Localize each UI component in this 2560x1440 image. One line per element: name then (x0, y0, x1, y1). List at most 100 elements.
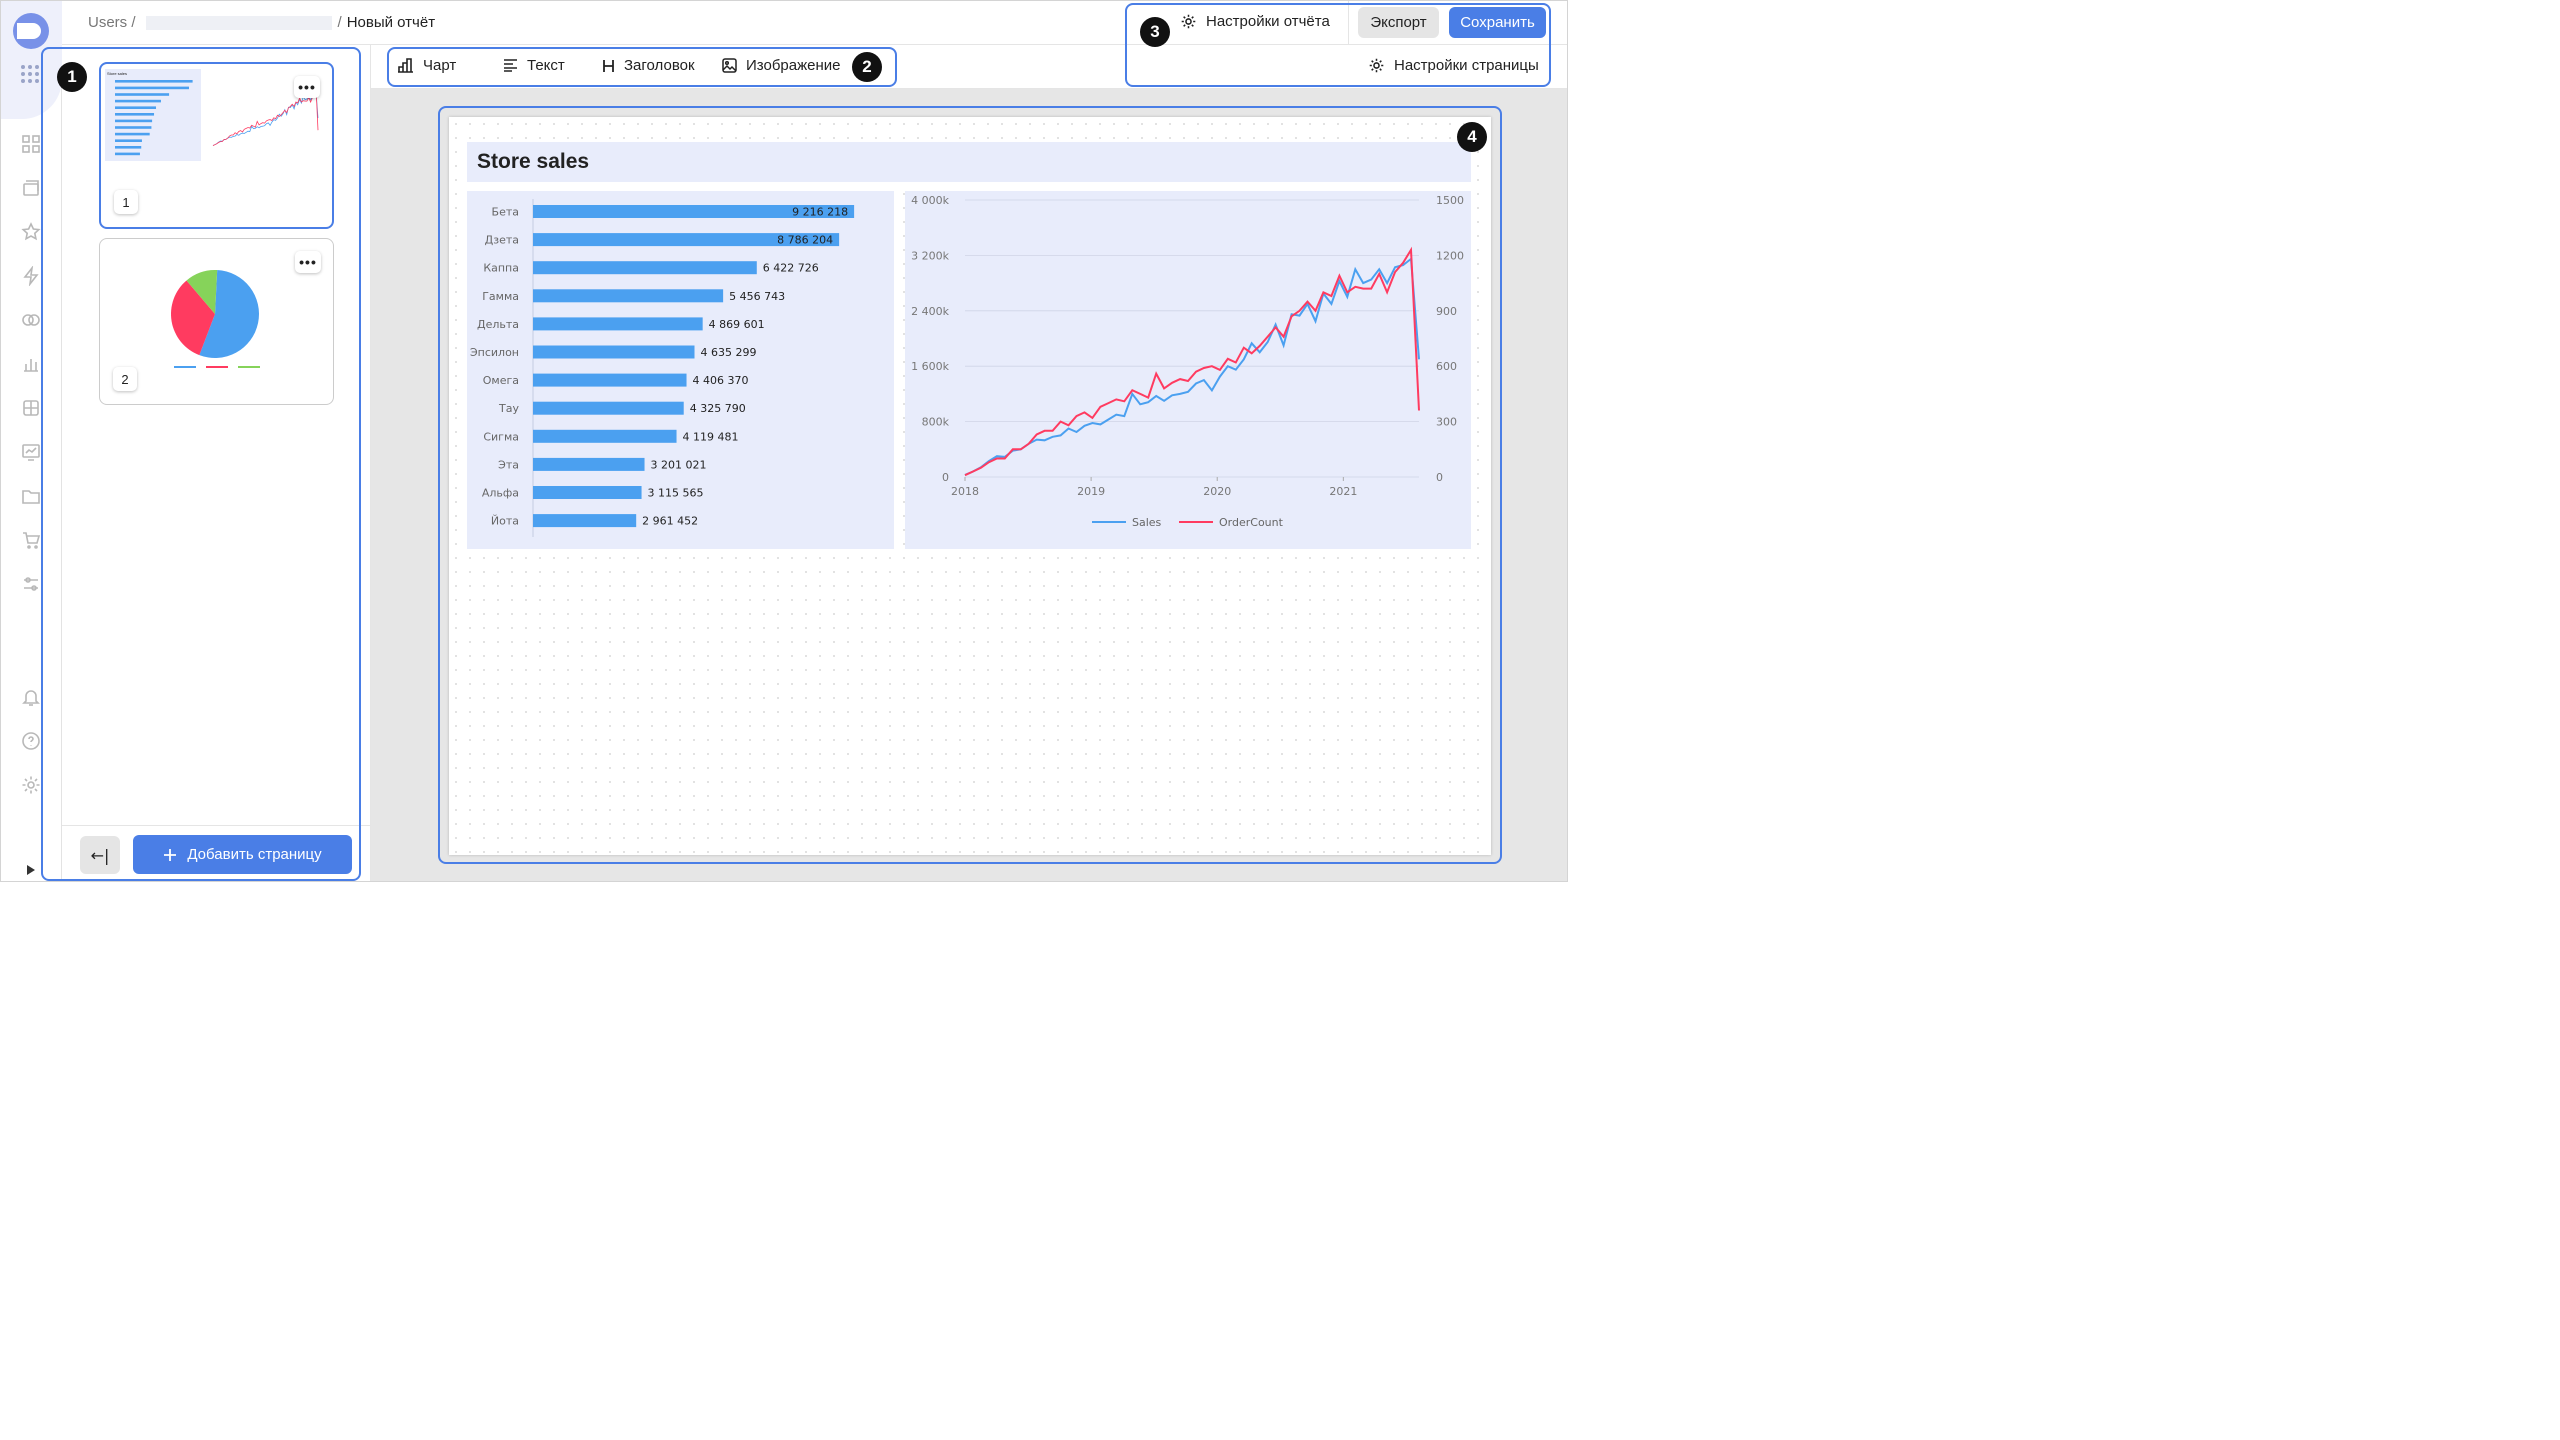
add-heading-button[interactable]: Заголовок (602, 57, 695, 74)
callout-badge-1: 1 (57, 62, 87, 92)
collections-icon[interactable] (21, 178, 41, 198)
y-tick-label: 0 (942, 471, 949, 484)
page-thumbnail-2[interactable]: ••• 2 (99, 238, 334, 405)
add-page-button[interactable]: Добавить страницу (133, 835, 352, 874)
chart-icon (398, 58, 413, 73)
bar-category-label: Дельта (477, 318, 519, 331)
apps-grid-icon[interactable] (21, 65, 41, 85)
y2-tick-label: 0 (1436, 471, 1443, 484)
bar-category-label: Тау (498, 402, 519, 415)
y2-tick-label: 1200 (1436, 249, 1464, 262)
folder-icon[interactable] (21, 486, 41, 506)
save-button[interactable]: Сохранить (1449, 7, 1546, 38)
breadcrumb-root[interactable]: Users / (88, 14, 136, 31)
pie-legend-swatch (174, 366, 196, 368)
x-tick-label: 2018 (951, 485, 979, 498)
monitoring-icon[interactable] (21, 442, 41, 462)
bar-category-label: Каппа (483, 262, 519, 275)
thumb-bar (115, 86, 189, 90)
bar-category-label: Бета (492, 206, 519, 219)
thumb-bar (115, 99, 161, 103)
bar-Эпсилон[interactable] (533, 345, 695, 359)
favorites-star-icon[interactable] (21, 222, 41, 242)
bar-Йота[interactable] (533, 514, 637, 528)
page-2-menu-button[interactable]: ••• (295, 251, 321, 273)
add-image-button[interactable]: Изображение (722, 57, 841, 74)
bar-chart-widget[interactable]: Бета 9 216 218 Дзета 8 786 204 Каппа 6 422 72… (467, 191, 894, 549)
bar-category-label: Дзета (485, 234, 519, 247)
connections-icon[interactable] (21, 310, 41, 330)
bar-Дельта[interactable] (533, 317, 703, 331)
bar-value-label: 5 456 743 (729, 290, 785, 303)
export-button[interactable]: Экспорт (1358, 7, 1439, 38)
page-settings-button[interactable]: Настройки страницы (1368, 57, 1539, 74)
settings-sliders-icon[interactable] (21, 574, 41, 594)
bar-Эта[interactable] (533, 457, 645, 471)
bar-value-label: 9 216 218 (792, 206, 848, 219)
text-lines-icon (504, 59, 517, 72)
bar-category-label: Омега (483, 374, 519, 387)
lightning-icon[interactable] (21, 265, 41, 287)
bar-chart: Бета 9 216 218 Дзета 8 786 204 Каппа 6 422 72… (470, 199, 855, 537)
page-thumbnail-1[interactable]: Store sales ••• 1 (99, 62, 334, 229)
thumb-bar (115, 119, 153, 123)
y2-tick-label: 300 (1436, 416, 1457, 429)
marketplace-cart-icon[interactable] (21, 530, 41, 550)
settings-gear-icon[interactable] (21, 775, 41, 795)
thumb-bar (115, 113, 155, 116)
plus-icon (164, 848, 177, 861)
title-widget[interactable]: Store sales (467, 142, 1471, 182)
thumb-bar (115, 80, 193, 83)
widget-toolbar: Чарт Текст Заголовок Изображение Настрой… (371, 45, 1567, 89)
report-page[interactable]: Store sales Бета 9 216 218 Дзета 8 786 204 К… (449, 117, 1491, 855)
line-chart: 0 800k 1 600k 2 400k 3 200k 4 000k 0 300 600 900 1… (911, 194, 1464, 529)
page-1-menu-button[interactable]: ••• (294, 76, 320, 98)
x-tick-label: 2021 (1329, 485, 1357, 498)
help-icon[interactable] (21, 731, 41, 751)
thumb-bar (115, 106, 157, 109)
breadcrumb-current: Новый отчёт (346, 14, 436, 31)
notifications-bell-icon[interactable] (21, 687, 41, 707)
add-heading-label: Заголовок (624, 57, 695, 74)
expand-nav-icon[interactable] (27, 865, 35, 875)
breadcrumb-redacted-folder[interactable] (145, 15, 332, 30)
report-settings-button[interactable]: Настройки отчёта (1180, 13, 1330, 30)
datalens-logo[interactable] (13, 13, 49, 49)
bar-category-label: Эта (498, 458, 519, 471)
bar-category-label: Йота (491, 515, 519, 528)
y-tick-label: 1 600k (911, 360, 949, 373)
bar-Омега[interactable] (533, 373, 687, 387)
y2-tick-label: 900 (1436, 305, 1457, 318)
add-chart-button[interactable]: Чарт (397, 57, 456, 74)
dashboard-icon[interactable] (21, 134, 41, 154)
bar-Альфа[interactable] (533, 486, 642, 499)
thumb-bar (115, 139, 142, 142)
y-tick-label: 4 000k (911, 194, 949, 207)
report-settings-label: Настройки отчёта (1206, 13, 1330, 30)
thumb-bar (115, 93, 170, 96)
bar-value-label: 6 422 726 (763, 262, 819, 275)
thumb-bar (115, 152, 140, 156)
x-tick-label: 2020 (1203, 485, 1231, 498)
header-divider (1348, 1, 1349, 45)
bar-Тау[interactable] (533, 401, 684, 415)
bar-Каппа[interactable] (533, 261, 757, 275)
line-chart-widget[interactable]: 0 800k 1 600k 2 400k 3 200k 4 000k 0 300 600 900 1… (905, 191, 1471, 549)
svg-text:Store sales: Store sales (107, 71, 127, 76)
legend-label: Sales (1132, 516, 1162, 529)
y-tick-label: 800k (922, 416, 950, 429)
add-text-button[interactable]: Текст (503, 57, 565, 74)
bar-Гамма[interactable] (533, 289, 724, 303)
collapse-panel-button[interactable]: ←| (80, 836, 120, 874)
breadcrumb-separator: / (337, 14, 342, 31)
charts-icon[interactable] (21, 354, 41, 374)
y2-tick-label: 1500 (1436, 194, 1464, 207)
bar-value-label: 4 406 370 (693, 374, 749, 387)
series-line-Sales[interactable] (964, 256, 1420, 476)
thumb-bar (115, 126, 152, 129)
bar-value-label: 3 115 565 (648, 487, 704, 500)
bar-value-label: 4 869 601 (709, 318, 765, 331)
bar-value-label: 8 786 204 (777, 234, 833, 247)
bar-Сигма[interactable] (533, 429, 677, 443)
datasets-icon[interactable] (21, 398, 41, 418)
